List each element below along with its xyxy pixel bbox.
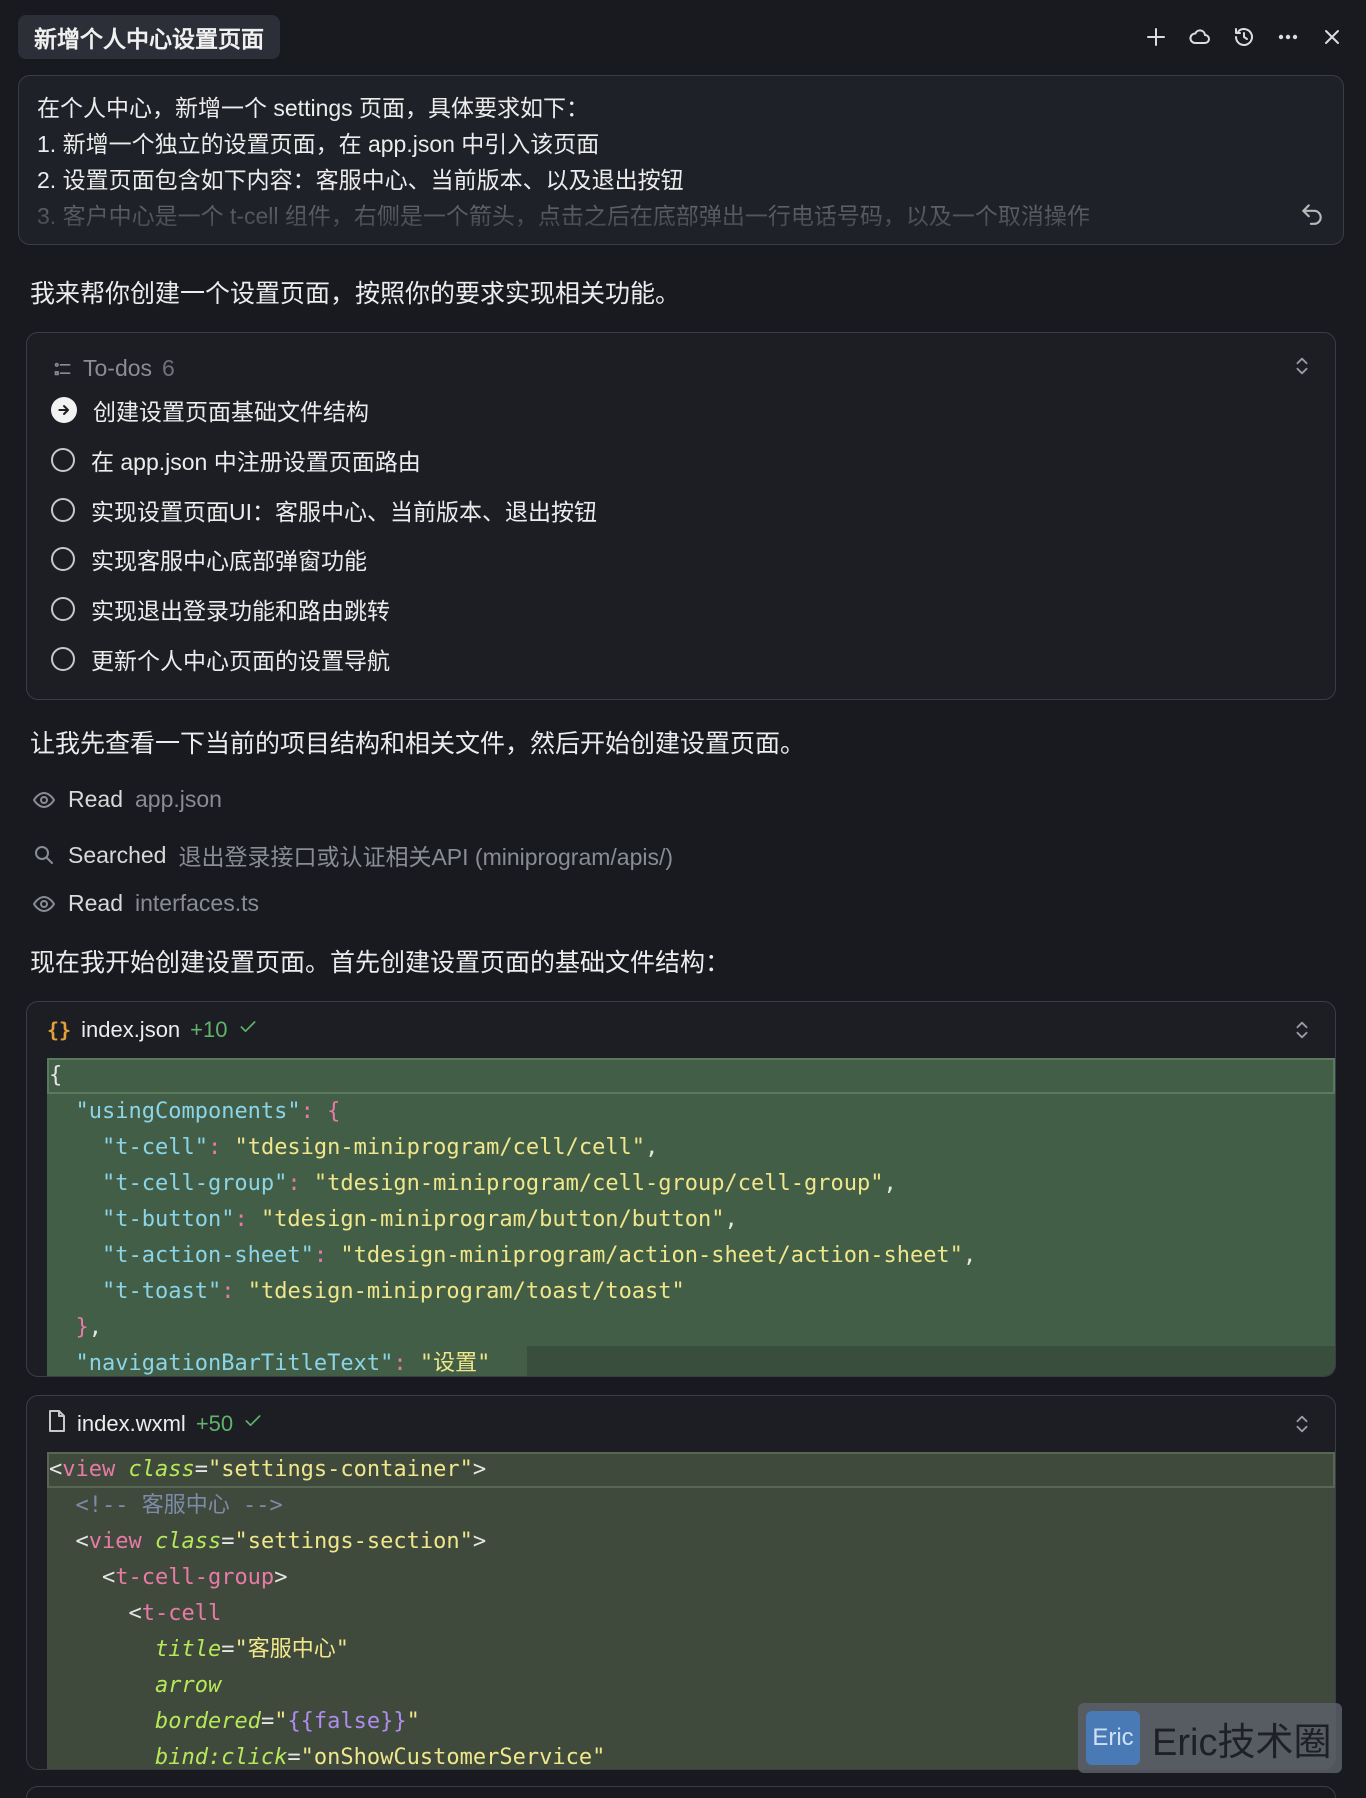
conversation-title[interactable]: 新增个人中心设置页面 xyxy=(18,15,280,59)
header-actions xyxy=(1142,23,1348,51)
circle-icon xyxy=(51,647,75,671)
code-card-index-json: {} index.json +10 { "usingComponents": {… xyxy=(26,1001,1336,1377)
prompt-line: 3. 客户中心是一个 t-cell 组件，右侧是一个箭头，点击之后在底部弹出一行… xyxy=(37,203,1090,229)
tool-verb: Searched xyxy=(68,841,167,868)
tool-call-search[interactable]: Searched 退出登录接口或认证相关API (miniprogram/api… xyxy=(32,838,673,872)
tool-call-read[interactable]: Read interfaces.ts xyxy=(32,890,259,917)
code-body: { "usingComponents": { "t-cell": "tdesig… xyxy=(47,1058,1335,1376)
code-line: arrow xyxy=(47,1668,1335,1704)
circle-icon xyxy=(51,498,75,522)
tool-verb: Read xyxy=(68,890,123,916)
prompt-line: 1. 新增一个独立的设置页面，在 app.json 中引入该页面 xyxy=(37,131,600,157)
prompt-line: 在个人中心，新增一个 settings 页面，具体要求如下： xyxy=(37,95,590,121)
arrow-right-circle-icon xyxy=(51,397,77,423)
panel-header: 新增个人中心设置页面 xyxy=(18,14,1348,60)
expand-icon[interactable] xyxy=(1291,355,1313,377)
plus-icon[interactable] xyxy=(1142,23,1170,51)
todo-item-label: 实现退出登录功能和路由跳转 xyxy=(91,598,390,624)
todo-item: 创建设置页面基础文件结构 xyxy=(51,393,369,427)
code-line: title="客服中心" xyxy=(47,1632,1335,1668)
code-card-header[interactable]: index.wxml +50 xyxy=(27,1396,1335,1452)
next-card-edge xyxy=(26,1786,1336,1798)
todo-item-label: 创建设置页面基础文件结构 xyxy=(93,399,369,425)
todo-label: To-dos xyxy=(83,355,153,381)
code-line: "t-cell": "tdesign-miniprogram/cell/cell… xyxy=(47,1130,1335,1166)
code-line: <view class="settings-container"> xyxy=(47,1452,1335,1488)
file-icon xyxy=(47,1410,67,1438)
diff-count: +50 xyxy=(195,1411,234,1436)
code-line: "usingComponents": { xyxy=(47,1094,1335,1130)
code-line: "t-cell-group": "tdesign-miniprogram/cel… xyxy=(47,1166,1335,1202)
todo-panel: To-dos 6 创建设置页面基础文件结构 在 app.json 中注册设置页面… xyxy=(26,332,1336,700)
file-name: index.json xyxy=(81,1017,181,1042)
code-line: "navigationBarTitleText": "设置" xyxy=(47,1346,1335,1376)
code-line: <t-cell-group> xyxy=(47,1560,1335,1596)
watermark-logo: Eric xyxy=(1086,1711,1140,1765)
search-icon xyxy=(35,846,53,864)
check-icon xyxy=(238,1017,258,1043)
history-icon[interactable] xyxy=(1230,23,1258,51)
code-line: }, xyxy=(47,1310,1335,1346)
close-icon[interactable] xyxy=(1318,23,1346,51)
circle-icon xyxy=(51,448,75,472)
todo-item-label: 实现客服中心底部弹窗功能 xyxy=(91,548,367,574)
tool-call-read[interactable]: Read app.json xyxy=(32,786,222,813)
prompt-line: 2. 设置页面包含如下内容：客服中心、当前版本、以及退出按钮 xyxy=(37,167,684,193)
expand-icon[interactable] xyxy=(1291,1413,1313,1435)
user-prompt[interactable]: 在个人中心，新增一个 settings 页面，具体要求如下： 1. 新增一个独立… xyxy=(18,75,1344,245)
eye-icon xyxy=(33,791,55,808)
todo-item-label: 在 app.json 中注册设置页面路由 xyxy=(91,449,421,475)
tool-target: 退出登录接口或认证相关API (miniprogram/apis/) xyxy=(178,844,674,870)
todo-item-label: 实现设置页面UI：客服中心、当前版本、退出按钮 xyxy=(91,499,597,525)
assistant-message: 让我先查看一下当前的项目结构和相关文件，然后开始创建设置页面。 xyxy=(30,730,806,758)
watermark-text: Eric技术圈 xyxy=(1152,1721,1332,1764)
assistant-message: 我来帮你创建一个设置页面，按照你的要求实现相关功能。 xyxy=(30,280,681,308)
todo-item: 实现客服中心底部弹窗功能 xyxy=(51,542,367,576)
expand-icon[interactable] xyxy=(1291,1019,1313,1041)
tool-verb: Read xyxy=(68,786,123,812)
code-line: "t-toast": "tdesign-miniprogram/toast/to… xyxy=(47,1274,1335,1310)
todo-item: 在 app.json 中注册设置页面路由 xyxy=(51,443,421,477)
braces-icon: {} xyxy=(47,1018,72,1042)
code-line: { xyxy=(47,1058,1335,1094)
todo-item-label: 更新个人中心页面的设置导航 xyxy=(91,648,390,674)
cloud-icon[interactable] xyxy=(1186,23,1214,51)
code-line: "t-button": "tdesign-miniprogram/button/… xyxy=(47,1202,1335,1238)
eye-icon xyxy=(33,895,55,912)
tool-target: app.json xyxy=(134,786,222,812)
code-line: <t-cell xyxy=(47,1596,1335,1632)
todo-item: 实现设置页面UI：客服中心、当前版本、退出按钮 xyxy=(51,493,597,527)
circle-icon xyxy=(51,597,75,621)
watermark: Eric Eric技术圈 xyxy=(1078,1703,1342,1773)
code-line: <view class="settings-section"> xyxy=(47,1524,1335,1560)
diff-count: +10 xyxy=(190,1017,228,1042)
circle-icon xyxy=(51,547,75,571)
assistant-message: 现在我开始创建设置页面。首先创建设置页面的基础文件结构： xyxy=(30,949,731,977)
code-line: "t-action-sheet": "tdesign-miniprogram/a… xyxy=(47,1238,1335,1274)
todo-count: 6 xyxy=(162,355,175,381)
code-line: <!-- 客服中心 --> xyxy=(47,1488,1335,1524)
code-card-header[interactable]: {} index.json +10 xyxy=(27,1002,1335,1058)
todo-item: 实现退出登录功能和路由跳转 xyxy=(51,592,390,626)
undo-icon[interactable] xyxy=(1299,200,1327,228)
tool-target: interfaces.ts xyxy=(134,890,259,916)
more-icon[interactable] xyxy=(1274,23,1302,51)
list-icon xyxy=(54,362,71,375)
check-icon xyxy=(243,1411,263,1437)
file-name: index.wxml xyxy=(77,1411,186,1436)
todo-item: 更新个人中心页面的设置导航 xyxy=(51,642,390,676)
todo-header[interactable]: To-dos 6 xyxy=(53,355,175,382)
